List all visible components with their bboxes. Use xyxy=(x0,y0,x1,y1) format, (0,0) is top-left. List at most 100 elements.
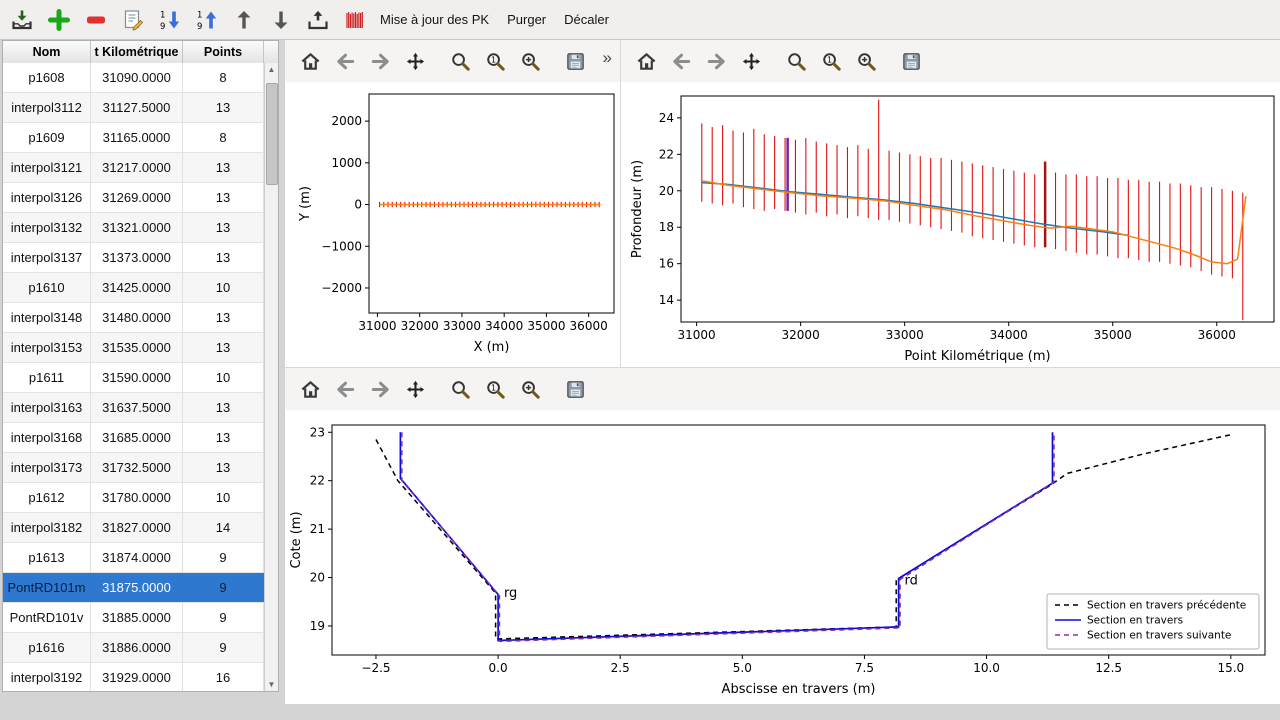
toolbar-overflow-chevron[interactable]: » xyxy=(603,48,612,68)
section-name[interactable]: p1609 xyxy=(3,123,91,152)
section-name[interactable]: interpol3192 xyxy=(3,663,91,691)
section-pk[interactable]: 31090.0000 xyxy=(91,63,183,92)
section-name[interactable]: interpol3168 xyxy=(3,423,91,452)
section-points[interactable]: 13 xyxy=(183,153,264,182)
section-pk[interactable]: 31217.0000 xyxy=(91,153,183,182)
section-pk[interactable]: 31886.0000 xyxy=(91,633,183,662)
section-pk[interactable]: 31929.0000 xyxy=(91,663,183,691)
section-name[interactable]: interpol3182 xyxy=(3,513,91,542)
section-points[interactable]: 13 xyxy=(183,453,264,482)
import-button[interactable] xyxy=(6,4,38,36)
table-row[interactable]: interpol312131217.000013 xyxy=(3,153,264,183)
section-name[interactable]: interpol3132 xyxy=(3,213,91,242)
table-row[interactable]: interpol314831480.000013 xyxy=(3,303,264,333)
table-row[interactable]: p161231780.000010 xyxy=(3,483,264,513)
zoom-button[interactable] xyxy=(447,376,473,402)
zoom-1-button[interactable]: 1 xyxy=(482,376,508,402)
zoom-button[interactable] xyxy=(783,48,809,74)
zoom-button[interactable] xyxy=(447,48,473,74)
remove-button[interactable] xyxy=(80,4,112,36)
section-name[interactable]: p1612 xyxy=(3,483,91,512)
table-row[interactable]: interpol315331535.000013 xyxy=(3,333,264,363)
section-points[interactable]: 13 xyxy=(183,183,264,212)
section-pk[interactable]: 31732.5000 xyxy=(91,453,183,482)
section-pk[interactable]: 31885.0000 xyxy=(91,603,183,632)
pan-button[interactable] xyxy=(402,48,428,74)
section-name[interactable]: p1608 xyxy=(3,63,91,92)
table-row[interactable]: p161031425.000010 xyxy=(3,273,264,303)
update-pk-button[interactable]: Mise à jour des PK xyxy=(371,8,498,31)
back-button[interactable] xyxy=(668,48,694,74)
zoom-plus-button[interactable] xyxy=(517,48,543,74)
back-button[interactable] xyxy=(332,376,358,402)
purge-button[interactable]: Purger xyxy=(498,8,555,31)
section-points[interactable]: 13 xyxy=(183,393,264,422)
section-points[interactable]: 13 xyxy=(183,303,264,332)
section-points[interactable]: 10 xyxy=(183,363,264,392)
section-name[interactable]: p1610 xyxy=(3,273,91,302)
section-points[interactable]: 13 xyxy=(183,333,264,362)
export-button[interactable] xyxy=(302,4,334,36)
sort-asc-button[interactable]: 19 xyxy=(191,4,223,36)
forward-button[interactable] xyxy=(367,48,393,74)
scrollbar-up-arrow[interactable]: ▲ xyxy=(265,63,278,76)
table-row[interactable]: interpol317331732.500013 xyxy=(3,453,264,483)
zoom-1-button[interactable]: 1 xyxy=(482,48,508,74)
section-pk[interactable]: 31127.5000 xyxy=(91,93,183,122)
section-points[interactable]: 9 xyxy=(183,603,264,632)
zoom-plus-button[interactable] xyxy=(517,376,543,402)
section-points[interactable]: 16 xyxy=(183,663,264,691)
column-header-nom[interactable]: Nom xyxy=(3,41,91,63)
section-pk[interactable]: 31780.0000 xyxy=(91,483,183,512)
table-row[interactable]: interpol311231127.500013 xyxy=(3,93,264,123)
table-row[interactable]: p160831090.00008 xyxy=(3,63,264,93)
section-name[interactable]: interpol3112 xyxy=(3,93,91,122)
section-points[interactable]: 14 xyxy=(183,513,264,542)
column-header-pk[interactable]: t Kilométrique xyxy=(91,41,183,63)
section-pk[interactable]: 31875.0000 xyxy=(91,573,183,602)
section-pk[interactable]: 31535.0000 xyxy=(91,333,183,362)
section-pk[interactable]: 31373.0000 xyxy=(91,243,183,272)
section-pk[interactable]: 31269.0000 xyxy=(91,183,183,212)
section-points[interactable]: 10 xyxy=(183,273,264,302)
move-down-button[interactable] xyxy=(265,4,297,36)
table-row[interactable]: PontRD101v31885.00009 xyxy=(3,603,264,633)
section-pk[interactable]: 31827.0000 xyxy=(91,513,183,542)
table-row[interactable]: p161131590.000010 xyxy=(3,363,264,393)
table-row[interactable]: interpol313731373.000013 xyxy=(3,243,264,273)
move-up-button[interactable] xyxy=(228,4,260,36)
pan-button[interactable] xyxy=(402,376,428,402)
section-points[interactable]: 9 xyxy=(183,573,264,602)
home-button[interactable] xyxy=(297,48,323,74)
section-pk[interactable]: 31165.0000 xyxy=(91,123,183,152)
pan-button[interactable] xyxy=(738,48,764,74)
section-points[interactable]: 13 xyxy=(183,93,264,122)
section-name[interactable]: interpol3137 xyxy=(3,243,91,272)
save-button[interactable] xyxy=(898,48,924,74)
section-pk[interactable]: 31480.0000 xyxy=(91,303,183,332)
section-points[interactable]: 13 xyxy=(183,213,264,242)
section-pk[interactable]: 31685.0000 xyxy=(91,423,183,452)
section-name[interactable]: p1611 xyxy=(3,363,91,392)
section-points[interactable]: 13 xyxy=(183,423,264,452)
section-points[interactable]: 8 xyxy=(183,63,264,92)
column-header-points[interactable]: Points xyxy=(183,41,264,63)
section-name[interactable]: p1616 xyxy=(3,633,91,662)
table-row[interactable]: interpol316331637.500013 xyxy=(3,393,264,423)
add-button[interactable] xyxy=(43,4,75,36)
scrollbar-thumb[interactable] xyxy=(266,83,278,185)
section-name[interactable]: interpol3148 xyxy=(3,303,91,332)
zoom-plus-button[interactable] xyxy=(853,48,879,74)
section-points[interactable]: 9 xyxy=(183,633,264,662)
table-row[interactable]: interpol313231321.000013 xyxy=(3,213,264,243)
zoom-1-button[interactable]: 1 xyxy=(818,48,844,74)
section-pk[interactable]: 31637.5000 xyxy=(91,393,183,422)
table-row[interactable]: p160931165.00008 xyxy=(3,123,264,153)
profile-view-canvas[interactable]: 3100032000330003400035000360001416182022… xyxy=(621,82,1280,367)
save-button[interactable] xyxy=(562,376,588,402)
home-button[interactable] xyxy=(633,48,659,74)
section-pk[interactable]: 31874.0000 xyxy=(91,543,183,572)
table-row[interactable]: interpol312631269.000013 xyxy=(3,183,264,213)
table-row[interactable]: p161631886.00009 xyxy=(3,633,264,663)
section-points[interactable]: 8 xyxy=(183,123,264,152)
